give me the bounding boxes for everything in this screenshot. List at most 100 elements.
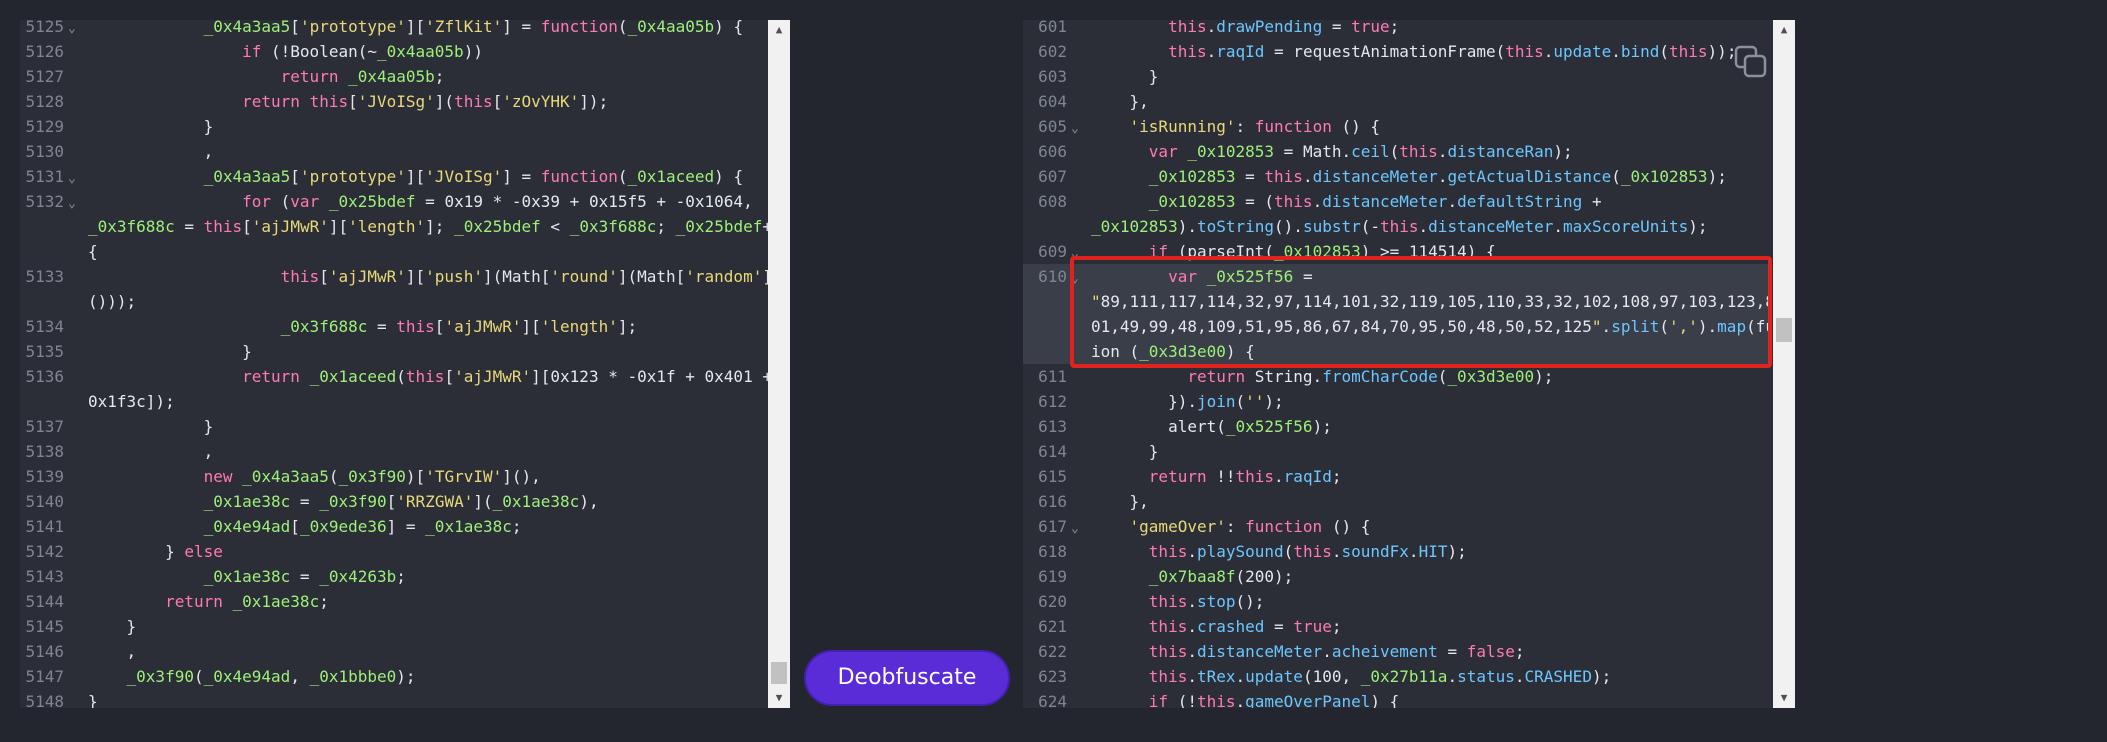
code-text: new _0x4a3aa5(_0x3f90)['TGrvIW'](), [203, 467, 541, 486]
input-code-line: 5137 } [20, 414, 768, 439]
output-code-line: 619 _0x7baa8f(200); [1023, 564, 1771, 589]
line-number: 616 [1038, 492, 1067, 511]
arrow-down-icon[interactable]: ▼ [1773, 688, 1795, 708]
input-code-line: 5130 , [20, 139, 768, 164]
line-number: 619 [1038, 567, 1067, 586]
arrow-down-icon[interactable]: ▼ [768, 688, 790, 708]
output-code-line: 616 }, [1023, 489, 1771, 514]
output-scroll-thumb[interactable] [1776, 318, 1792, 342]
input-code-line: 5147 _0x3f90(_0x4e94ad, _0x1bbbe0); [20, 664, 768, 689]
output-code-line: 618 this.playSound(this.soundFx.HIT); [1023, 539, 1771, 564]
line-number: 613 [1038, 417, 1067, 436]
code-text: _0x1ae38c = _0x4263b; [203, 567, 406, 586]
code-text: return this['JVoISg'](this['zOvYHK']); [242, 92, 609, 111]
code-text: } [88, 117, 214, 136]
output-code-line: 621 this.crashed = true; [1023, 614, 1771, 639]
chevron-down-icon[interactable]: ⌄ [68, 20, 76, 41]
code-text: , [88, 642, 137, 661]
code-text: 'gameOver': function () { [1129, 517, 1371, 536]
input-code-line: 5144 return _0x1ae38c; [20, 589, 768, 614]
line-number: 621 [1038, 617, 1067, 636]
line-number: 611 [1038, 367, 1067, 386]
line-number: 624 [1038, 692, 1067, 708]
code-text: } [88, 692, 98, 708]
input-code-area[interactable]: 5125 ⌄ _0x4a3aa5['prototype']['ZflKit'] =… [20, 20, 768, 708]
code-text: var _0x102853 = Math.ceil(this.distanceR… [1148, 142, 1573, 161]
input-code-line: 5146 , [20, 639, 768, 664]
code-text: return _0x4aa05b; [280, 67, 445, 86]
chevron-down-icon[interactable]: ⌄ [1071, 516, 1079, 541]
output-code-line: 606 var _0x102853 = Math.ceil(this.dista… [1023, 139, 1771, 164]
line-number: 5128 [25, 92, 64, 111]
input-code-line: ())); [20, 289, 768, 314]
input-code-line: 5140 _0x1ae38c = _0x3f90['RRZGWA'](_0x1a… [20, 489, 768, 514]
input-code-line: 5132 ⌄ for (var _0x25bdef = 0x19 * -0x39 … [20, 189, 768, 214]
line-number: 5134 [25, 317, 64, 336]
input-scroll-thumb[interactable] [771, 662, 787, 684]
code-text: if (!this.gameOverPanel) { [1148, 692, 1400, 708]
code-text: if (!Boolean(~_0x4aa05b)) [242, 42, 483, 61]
line-number: 5136 [25, 367, 64, 386]
highlight-box [1070, 256, 1772, 368]
line-number: 5139 [25, 467, 64, 486]
chevron-down-icon[interactable]: ⌄ [1071, 116, 1079, 141]
chevron-down-icon[interactable]: ⌄ [68, 191, 76, 216]
line-number: 5135 [25, 342, 64, 361]
input-code-line: 5126 if (!Boolean(~_0x4aa05b)) [20, 39, 768, 64]
code-text: _0x102853 = (this.distanceMeter.defaultS… [1148, 192, 1602, 211]
input-code-line: 5134 _0x3f688c = this['ajJMwR']['length'… [20, 314, 768, 339]
code-text: _0x4a3aa5['prototype']['JVoISg'] = funct… [203, 167, 744, 186]
output-code-line: 602 this.raqId = requestAnimationFrame(t… [1023, 39, 1771, 64]
line-number: 602 [1038, 42, 1067, 61]
arrow-up-icon[interactable]: ▲ [1773, 20, 1795, 40]
line-number: 5132 [25, 192, 64, 211]
code-text: _0x1ae38c = _0x3f90['RRZGWA'](_0x1ae38c)… [203, 492, 599, 511]
line-number: 617 [1038, 517, 1067, 536]
output-code-line: 612 }).join(''); [1023, 389, 1771, 414]
code-text: 'isRunning': function () { [1129, 117, 1380, 136]
input-code-editor[interactable]: 5125 ⌄ _0x4a3aa5['prototype']['ZflKit'] =… [20, 20, 790, 708]
code-text: this['ajJMwR']['push'](Math['round'](Mat… [280, 267, 768, 286]
code-text: _0x3f90(_0x4e94ad, _0x1bbbe0); [126, 667, 416, 686]
code-text: _0x4a3aa5['prototype']['ZflKit'] = funct… [203, 20, 744, 36]
chevron-down-icon[interactable]: ⌄ [68, 166, 76, 191]
code-text: _0x102853).toString().substr(-this.dista… [1091, 217, 1708, 236]
line-number: 609 [1038, 242, 1067, 261]
code-text: } else [88, 542, 223, 561]
line-number: 623 [1038, 667, 1067, 686]
line-number: 603 [1038, 67, 1067, 86]
input-code-line: { [20, 239, 768, 264]
code-text: , [88, 442, 214, 461]
code-text: this.playSound(this.soundFx.HIT); [1148, 542, 1467, 561]
input-code-line: 5143 _0x1ae38c = _0x4263b; [20, 564, 768, 589]
input-code-line: 0x1f3c]); [20, 389, 768, 414]
input-code-line: _0x3f688c = this['ajJMwR']['length']; _0… [20, 214, 768, 239]
line-number: 5141 [25, 517, 64, 536]
line-number: 5129 [25, 117, 64, 136]
input-code-line: 5135 } [20, 339, 768, 364]
code-text: 0x1f3c]); [88, 392, 175, 411]
code-text: return _0x1aceed(this['ajJMwR'][0x123 * … [242, 367, 768, 386]
code-text: this.tRex.update(100, _0x27b11a.status.C… [1148, 667, 1612, 686]
code-text: } [1091, 67, 1159, 86]
code-text: }, [1091, 92, 1149, 111]
code-text: this.stop(); [1148, 592, 1265, 611]
line-number: 5148 [25, 692, 64, 708]
output-scrollbar[interactable]: ▲ ▼ [1773, 20, 1795, 708]
line-number: 5144 [25, 592, 64, 611]
output-code-line: 624 if (!this.gameOverPanel) { [1023, 689, 1771, 708]
code-text: } [88, 417, 214, 436]
output-code-line: 623 this.tRex.update(100, _0x27b11a.stat… [1023, 664, 1771, 689]
input-code-line: 5128 return this['JVoISg'](this['zOvYHK'… [20, 89, 768, 114]
input-code-line: 5136 return _0x1aceed(this['ajJMwR'][0x1… [20, 364, 768, 389]
line-number: 604 [1038, 92, 1067, 111]
output-code-line: 601 this.drawPending = true; [1023, 20, 1771, 39]
line-number: 5143 [25, 567, 64, 586]
input-scrollbar[interactable]: ▲ ▼ [768, 20, 790, 708]
deobfuscate-button[interactable]: Deobfuscate [804, 650, 1010, 706]
copy-icon[interactable] [1733, 44, 1769, 80]
code-text: for (var _0x25bdef = 0x19 * -0x39 + 0x15… [242, 192, 753, 211]
output-code-line: 615 return !!this.raqId; [1023, 464, 1771, 489]
arrow-up-icon[interactable]: ▲ [768, 20, 790, 40]
code-text: this.distanceMeter.acheivement = false; [1148, 642, 1525, 661]
